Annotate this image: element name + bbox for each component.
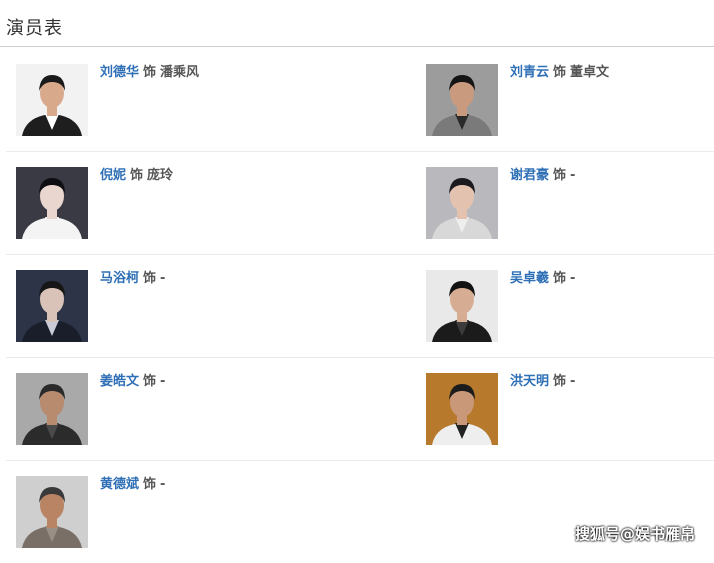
cast-row: 姜皓文饰 - 洪天明饰 - [6,357,714,461]
role-name: 潘乘风 [160,65,200,80]
actor-photo[interactable] [426,373,498,445]
as-label: 饰 [130,168,144,183]
role-name: - [160,477,166,492]
actor-photo[interactable] [16,167,88,239]
cast-row: 黄德斌饰 - [6,460,714,563]
actor-name-link[interactable]: 黄德斌 [100,477,139,492]
actor-name-link[interactable]: 马浴柯 [100,271,139,286]
as-label: 饰 [143,477,157,492]
role-name: - [160,271,166,286]
cast-info: 马浴柯饰 - [100,270,165,288]
cast-row: 倪妮饰庞玲 谢君豪饰 - [6,151,714,255]
actor-photo[interactable] [426,270,498,342]
cast-item: 马浴柯饰 - [16,270,356,342]
section-title: 演员表 [6,18,63,39]
actor-photo[interactable] [426,167,498,239]
cast-item: 黄德斌饰 - [16,476,356,548]
cast-info: 刘德华饰潘乘风 [100,64,199,82]
actor-name-link[interactable]: 洪天明 [510,374,549,389]
cast-info: 洪天明饰 - [510,373,575,391]
cast-item: 吴卓羲饰 - [426,270,714,342]
cast-info: 姜皓文饰 - [100,373,165,391]
as-label: 饰 [553,271,567,286]
as-label: 饰 [143,374,157,389]
actor-name-link[interactable]: 刘德华 [100,65,139,80]
actor-photo[interactable] [426,64,498,136]
cast-row: 马浴柯饰 - 吴卓羲饰 - [6,254,714,358]
cast-item: 姜皓文饰 - [16,373,356,445]
cast-item: 刘青云饰董卓文 [426,64,714,136]
role-name: - [570,168,576,183]
actor-name-link[interactable]: 谢君豪 [510,168,549,183]
cast-row: 刘德华饰潘乘风 刘青云饰董卓文 [6,48,714,152]
as-label: 饰 [553,65,567,80]
cast-item: 洪天明饰 - [426,373,714,445]
as-label: 饰 [143,65,157,80]
actor-name-link[interactable]: 吴卓羲 [510,271,549,286]
cast-info: 谢君豪饰 - [510,167,575,185]
cast-item: 刘德华饰潘乘风 [16,64,356,136]
as-label: 饰 [553,168,567,183]
cast-info: 黄德斌饰 - [100,476,165,494]
role-name: - [570,374,576,389]
cast-item: 谢君豪饰 - [426,167,714,239]
cast-info: 吴卓羲饰 - [510,270,575,288]
actor-photo[interactable] [16,476,88,548]
role-name: - [570,271,576,286]
role-name: 董卓文 [570,65,610,80]
actor-photo[interactable] [16,373,88,445]
watermark: 搜狐号@娱书雁帛 [575,525,696,543]
actor-name-link[interactable]: 刘青云 [510,65,549,80]
role-name: 庞玲 [147,168,174,183]
role-name: - [160,374,166,389]
as-label: 饰 [143,271,157,286]
cast-item: 倪妮饰庞玲 [16,167,356,239]
cast-info: 刘青云饰董卓文 [510,64,609,82]
as-label: 饰 [553,374,567,389]
cast-info: 倪妮饰庞玲 [100,167,173,185]
actor-name-link[interactable]: 姜皓文 [100,374,139,389]
title-divider [0,46,714,47]
actor-name-link[interactable]: 倪妮 [100,168,126,183]
actor-photo[interactable] [16,270,88,342]
actor-photo[interactable] [16,64,88,136]
